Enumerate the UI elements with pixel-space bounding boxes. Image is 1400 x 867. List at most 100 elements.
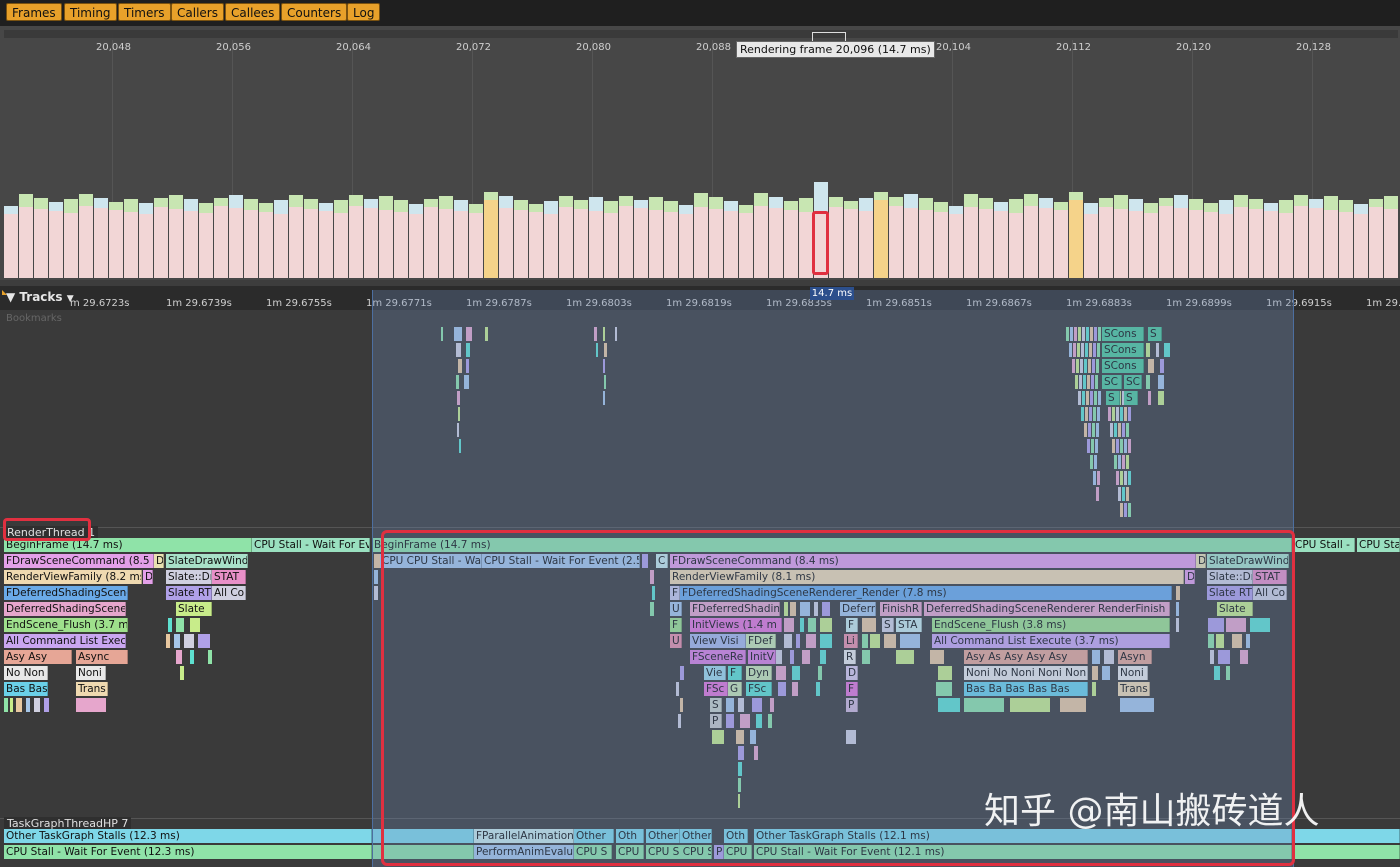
frame-bar[interactable] xyxy=(769,197,783,278)
frame-bar[interactable] xyxy=(979,198,993,278)
timer-event[interactable]: RenderViewFamily (8.2 ms xyxy=(4,570,142,584)
timer-event[interactable]: Asy Asy xyxy=(4,650,72,664)
timer-event[interactable]: EndScene_Flush (3.7 ms xyxy=(4,618,128,632)
timer-event[interactable]: FDeferredShadingScene xyxy=(4,586,128,600)
frame-bar[interactable] xyxy=(1279,200,1293,278)
frame-bar[interactable] xyxy=(859,198,873,278)
timers-tab-button[interactable]: Timers xyxy=(118,3,171,21)
timer-event[interactable]: Trans xyxy=(76,682,108,696)
frame-bar[interactable] xyxy=(214,198,228,278)
frame-bar[interactable] xyxy=(1339,200,1353,278)
timer-event[interactable] xyxy=(176,618,184,632)
log-tab-button[interactable]: Log xyxy=(347,3,381,21)
frame-bar[interactable] xyxy=(274,200,288,278)
timer-event[interactable] xyxy=(180,666,184,680)
frame-bar[interactable] xyxy=(94,198,108,278)
frame-bar[interactable] xyxy=(529,204,543,278)
frame-bar[interactable] xyxy=(1309,199,1323,278)
timer-event[interactable] xyxy=(4,698,8,712)
callees-tab-button[interactable]: Callees xyxy=(225,3,281,21)
frame-bar[interactable] xyxy=(499,196,513,278)
timer-event[interactable]: D xyxy=(154,554,164,568)
frame-bar[interactable] xyxy=(124,199,138,278)
frame-bar[interactable] xyxy=(994,202,1008,278)
timer-event[interactable] xyxy=(16,698,22,712)
frame-bar[interactable] xyxy=(754,193,768,278)
timer-event[interactable]: CPU Stall - Wait For Event (12.3 ms) xyxy=(4,845,372,859)
frame-bar[interactable] xyxy=(1099,198,1113,278)
frame-bar[interactable] xyxy=(1039,198,1053,278)
frame-bar[interactable] xyxy=(199,203,213,278)
frame-bar[interactable] xyxy=(634,200,648,278)
timer-event[interactable] xyxy=(198,634,210,648)
timer-event[interactable]: Slate xyxy=(176,602,212,616)
frame-bar[interactable] xyxy=(379,196,393,278)
timer-event[interactable] xyxy=(176,650,182,664)
frame-bar[interactable] xyxy=(934,202,948,278)
frame-bar[interactable] xyxy=(904,194,918,278)
timer-event[interactable]: Noni xyxy=(76,666,106,680)
frame-bar[interactable] xyxy=(604,201,618,278)
timer-event[interactable]: STAT xyxy=(212,570,246,584)
frame-bar[interactable] xyxy=(1384,196,1398,278)
frame-bar[interactable] xyxy=(1354,204,1368,278)
frame-bar[interactable] xyxy=(79,194,93,278)
frame-bar[interactable] xyxy=(1219,200,1233,278)
timer-event[interactable]: CPU Stall - xyxy=(1293,538,1355,552)
frame-bar[interactable] xyxy=(439,196,453,278)
frame-bar[interactable] xyxy=(1144,203,1158,278)
frame-bar[interactable] xyxy=(184,199,198,278)
frame-bar[interactable] xyxy=(1324,196,1338,278)
frame-bar[interactable] xyxy=(1174,195,1188,278)
timer-event[interactable]: Async xyxy=(76,650,128,664)
timer-event[interactable]: CPU Sta xyxy=(1357,538,1400,552)
frame-bar[interactable] xyxy=(169,195,183,278)
frame-bar[interactable] xyxy=(829,197,843,278)
frame-bar[interactable] xyxy=(1084,203,1098,278)
frame-bar[interactable] xyxy=(1009,199,1023,278)
frame-bar[interactable] xyxy=(649,197,663,278)
frame-bar[interactable] xyxy=(469,204,483,278)
frame-bar[interactable] xyxy=(289,195,303,278)
frame-bar[interactable] xyxy=(799,198,813,278)
frame-bar[interactable] xyxy=(154,198,168,278)
frames-tab-button[interactable]: Frames xyxy=(6,3,62,21)
frame-bar[interactable] xyxy=(1249,199,1263,278)
timing-tab-button[interactable]: Timing xyxy=(64,3,117,21)
timer-event[interactable]: D xyxy=(143,570,153,584)
frame-bar[interactable] xyxy=(679,205,693,278)
timer-event[interactable] xyxy=(190,618,200,632)
timer-event[interactable] xyxy=(184,634,194,648)
frame-bar[interactable] xyxy=(304,199,318,278)
frame-bar[interactable] xyxy=(919,198,933,278)
timer-event[interactable]: All Co xyxy=(212,586,246,600)
frame-bar[interactable] xyxy=(109,202,123,278)
frame-bar[interactable] xyxy=(544,201,558,278)
timer-event[interactable]: Slate RT xyxy=(166,586,212,600)
frame-bar[interactable] xyxy=(889,197,903,278)
frame-bar[interactable] xyxy=(1294,195,1308,278)
timer-event[interactable] xyxy=(1293,845,1400,859)
frame-bar[interactable] xyxy=(1189,199,1203,278)
frame-bar[interactable] xyxy=(574,200,588,278)
frame-bar[interactable] xyxy=(559,196,573,278)
timer-event[interactable] xyxy=(166,634,170,648)
timer-event[interactable]: DeferredShadingSceneR xyxy=(4,602,126,616)
frame-bar[interactable] xyxy=(1129,199,1143,278)
frame-bar[interactable] xyxy=(1264,203,1278,278)
frame-bar[interactable] xyxy=(1369,199,1383,278)
callers-tab-button[interactable]: Callers xyxy=(171,3,224,21)
timer-event[interactable]: No Non xyxy=(4,666,48,680)
frame-bar[interactable] xyxy=(1159,198,1173,278)
frame-bar[interactable] xyxy=(664,201,678,278)
counters-tab-button[interactable]: Counters xyxy=(281,3,348,21)
frame-bar[interactable] xyxy=(4,206,18,278)
frame-bar[interactable] xyxy=(1069,192,1083,278)
timer-event[interactable] xyxy=(26,698,30,712)
frame-bar[interactable] xyxy=(139,203,153,278)
frame-bar[interactable] xyxy=(334,200,348,278)
timer-event[interactable] xyxy=(208,650,212,664)
timer-event[interactable]: Other TaskGraph Stalls (12.3 ms) xyxy=(4,829,372,843)
frames-scrollbar[interactable] xyxy=(4,30,1398,38)
frame-bar[interactable] xyxy=(964,194,978,278)
